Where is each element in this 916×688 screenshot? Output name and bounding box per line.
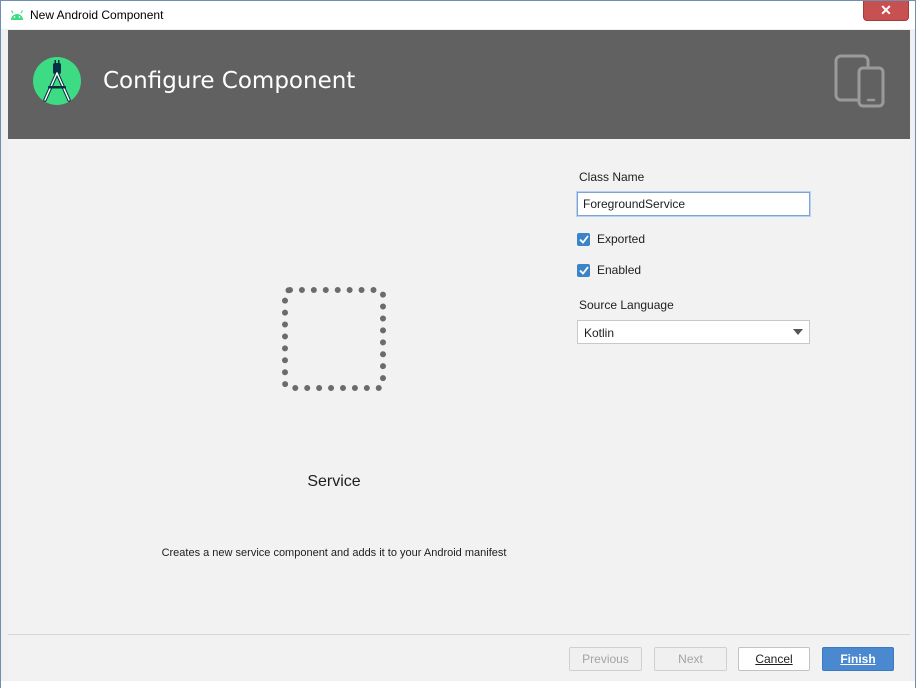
android-icon [10,10,24,20]
class-name-label: Class Name [579,170,645,184]
previous-button[interactable]: Previous [569,647,642,671]
page-title: Configure Component [103,68,356,94]
cancel-button[interactable]: Cancel [738,647,810,671]
enabled-checkbox[interactable]: Enabled [577,263,641,277]
checkbox-checked-icon [577,232,590,246]
wizard-header: Configure Component [8,30,910,139]
source-language-value: Kotlin [584,326,615,340]
wizard-content: Service Creates a new service component … [8,139,910,634]
close-icon: ✕ [880,2,892,18]
devices-icon [834,54,885,108]
component-description: Creates a new service component and adds… [161,547,507,559]
component-name: Service [307,473,361,490]
exported-checkbox[interactable]: Exported [577,232,645,246]
wizard-footer: Previous Next Cancel Finish [8,635,910,681]
checkbox-checked-icon [577,263,590,277]
window-title: New Android Component [30,8,164,22]
close-button[interactable]: ✕ [863,1,909,21]
title-bar: New Android Component ✕ [1,1,915,29]
class-name-input[interactable] [577,192,810,216]
finish-button[interactable]: Finish [822,647,894,671]
source-language-select[interactable]: Kotlin [577,320,810,344]
android-studio-logo-icon [33,57,81,105]
next-button[interactable]: Next [654,647,727,671]
exported-label: Exported [597,232,646,246]
chevron-down-icon [793,329,803,335]
window-bottom-border [1,681,915,688]
enabled-label: Enabled [597,263,642,277]
component-preview-placeholder [282,287,386,391]
dialog-window: New Android Component ✕ Configure Compon… [0,0,916,688]
source-language-label: Source Language [579,298,674,312]
